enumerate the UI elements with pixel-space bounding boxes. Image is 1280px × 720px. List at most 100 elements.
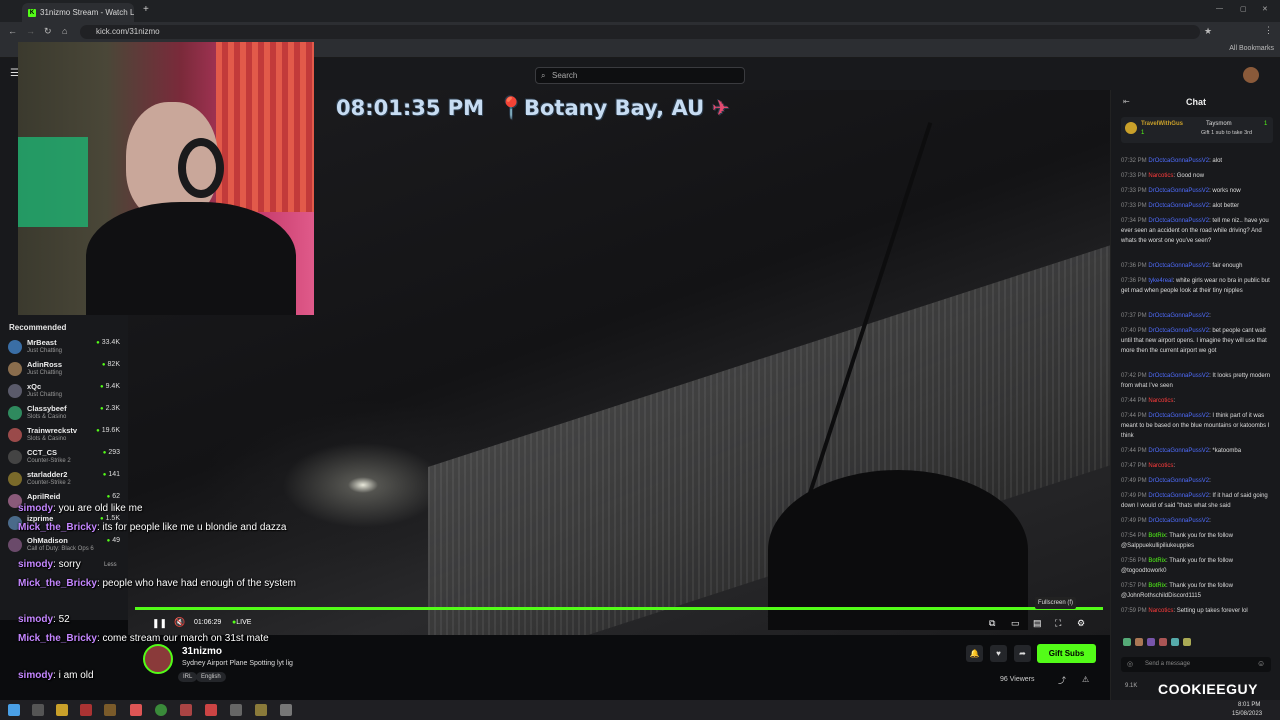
chat-username[interactable]: DrOctcaGonnaPussV2: [1148, 263, 1209, 269]
theater-icon[interactable]: ▤: [1033, 618, 1042, 629]
overlay-chat-message: simody: you are old like me: [18, 503, 308, 515]
chat-username[interactable]: tyke4real: [1148, 278, 1172, 284]
chat-username[interactable]: DrOctcaGonnaPussV2: [1148, 313, 1209, 319]
viewer-count: 1.5K: [100, 515, 120, 522]
sidebar-item-name: AdinRoss: [27, 360, 63, 369]
clip-icon[interactable]: ⧉: [989, 618, 995, 629]
pinned-user-1[interactable]: TravelWithGus: [1141, 121, 1183, 127]
report-icon[interactable]: ⚠: [1082, 675, 1089, 684]
chat-username[interactable]: BotRix: [1148, 558, 1166, 564]
overlay-chat-text: : you are old like me: [53, 503, 143, 514]
chat-input[interactable]: Send a message: [1121, 657, 1271, 672]
sidebar-item-xqc[interactable]: xQcJust Chatting 9.4K: [0, 380, 128, 402]
chat-time: 07:56 PM: [1121, 558, 1147, 564]
chat-username[interactable]: DrOctcaGonnaPussV2: [1148, 493, 1209, 499]
sidebar-item-mrbeast[interactable]: MrBeastJust Chatting 33.4K: [0, 336, 128, 358]
start-icon[interactable]: [8, 704, 20, 716]
chat-text: : alot better: [1209, 203, 1240, 209]
sidebar-item-cct_cs[interactable]: CCT_CSCounter-Strike 2 293: [0, 446, 128, 468]
chrome-icon[interactable]: [155, 704, 167, 716]
avatar: [8, 384, 22, 398]
avatar[interactable]: [1243, 67, 1259, 83]
share-arrow-icon[interactable]: ➦: [1014, 645, 1031, 662]
chat-time: 07:47 PM: [1121, 463, 1147, 469]
headphones-icon: [178, 138, 224, 198]
home-icon[interactable]: ⌂: [62, 26, 67, 36]
overlay-chat-user: Mick_the_Bricky: [18, 522, 97, 533]
chat-message: 07:56 PM BotRix: Thank you for the follo…: [1121, 556, 1273, 576]
chat-username[interactable]: DrOctcaGonnaPussV2: [1148, 158, 1209, 164]
follow-heart-icon[interactable]: ♥: [990, 645, 1007, 662]
chat-username[interactable]: BotRix: [1148, 533, 1166, 539]
search-input[interactable]: Search: [535, 67, 745, 84]
window-close-icon[interactable]: ✕: [1262, 5, 1268, 13]
chat-username[interactable]: DrOctcaGonnaPussV2: [1148, 203, 1209, 209]
file-explorer-icon[interactable]: [56, 704, 68, 716]
app-icon-5[interactable]: [205, 704, 217, 716]
notification-bell-icon[interactable]: 🔔: [966, 645, 983, 662]
app-icon-6[interactable]: [230, 704, 242, 716]
sidebar-item-name: starladder2: [27, 470, 68, 479]
sidebar-item-starladder2[interactable]: starladder2Counter-Strike 2 141: [0, 468, 128, 490]
emoji-icon[interactable]: ☺: [1257, 659, 1265, 668]
chat-text: : Good now: [1173, 173, 1205, 179]
sidebar-item-trainwreckstv[interactable]: TrainwreckstvSlots & Casino 19.6K: [0, 424, 128, 446]
emote-bar[interactable]: [1123, 638, 1271, 650]
chat-username[interactable]: Narcotics: [1148, 173, 1173, 179]
menu-icon[interactable]: ⋮: [1264, 25, 1273, 36]
chat-username[interactable]: Narcotics: [1148, 398, 1173, 404]
progress-bar[interactable]: [135, 607, 1103, 610]
chat-time: 07:34 PM: [1121, 218, 1147, 224]
fullscreen-icon[interactable]: ⛶: [1055, 618, 1061, 629]
sidebar-item-adinross[interactable]: AdinRossJust Chatting 82K: [0, 358, 128, 380]
chat-username[interactable]: Narcotics: [1148, 608, 1173, 614]
browser-tab[interactable]: K 31nizmo Stream - Watch Live o ✕: [22, 3, 134, 22]
chat-username[interactable]: DrOctcaGonnaPussV2: [1148, 373, 1209, 379]
chat-message: 07:32 PM DrOctcaGonnaPussV2: alot: [1121, 156, 1273, 166]
bookmark-star-icon[interactable]: ★: [1204, 26, 1212, 37]
sidebar-item-classybeef[interactable]: ClassybeefSlots & Casino 2.3K: [0, 402, 128, 424]
chat-text: :: [1209, 518, 1211, 524]
taskbar-search-icon[interactable]: [32, 704, 44, 716]
share-icon[interactable]: ⤴: [1058, 675, 1066, 686]
chat-username[interactable]: DrOctcaGonnaPussV2: [1148, 218, 1209, 224]
chat-username[interactable]: Narcotics: [1148, 463, 1173, 469]
settings-gear-icon[interactable]: ⚙: [1077, 618, 1085, 629]
chat-username[interactable]: DrOctcaGonnaPussV2: [1148, 448, 1209, 454]
recommended-heading: Recommended: [9, 323, 67, 332]
app-icon-3[interactable]: [130, 704, 142, 716]
browser-tab-bar: K 31nizmo Stream - Watch Live o ✕ + — ▢ …: [0, 0, 1280, 22]
sidebar-item-category: Counter-Strike 2: [27, 458, 71, 464]
all-bookmarks[interactable]: All Bookmarks: [1229, 45, 1274, 52]
chat-username[interactable]: DrOctcaGonnaPussV2: [1148, 478, 1209, 484]
chat-username[interactable]: DrOctcaGonnaPussV2: [1148, 413, 1209, 419]
sidebar-item-category: Just Chatting: [27, 392, 63, 398]
chat-username[interactable]: BotRix: [1148, 583, 1166, 589]
overlay-location: Botany Bay, AU: [524, 96, 705, 120]
chat-username[interactable]: DrOctcaGonnaPussV2: [1148, 518, 1209, 524]
pinned-user-2[interactable]: Taysmom: [1206, 121, 1232, 127]
app-icon-7[interactable]: [255, 704, 267, 716]
maximize-icon[interactable]: ▢: [1240, 5, 1247, 13]
pinned-count-1: 1: [1141, 130, 1145, 136]
viewer-count: 33.4K: [96, 339, 120, 346]
chat-username[interactable]: DrOctcaGonnaPussV2: [1148, 188, 1209, 194]
new-tab-icon[interactable]: +: [143, 4, 149, 15]
chat-username[interactable]: DrOctcaGonnaPussV2: [1148, 328, 1209, 334]
pip-icon[interactable]: ▭: [1011, 618, 1020, 629]
sidebar-item-ohmadison[interactable]: OhMadisonCall of Duty: Black Ops 6 49: [0, 534, 128, 556]
reload-icon[interactable]: ↻: [44, 26, 52, 37]
chat-text: : alot: [1209, 158, 1223, 164]
back-icon[interactable]: ←: [8, 26, 17, 36]
overlay-chat-user: simody: [18, 614, 54, 625]
app-icon-4[interactable]: [180, 704, 192, 716]
address-bar[interactable]: kick.com/31nizmo: [80, 25, 1200, 39]
settings-app-icon[interactable]: [280, 704, 292, 716]
chat-message: 07:33 PM Narcotics: Good now: [1121, 171, 1273, 181]
app-icon-2[interactable]: [104, 704, 116, 716]
gift-subs-button[interactable]: Gift Subs: [1037, 644, 1096, 663]
app-icon-1[interactable]: [80, 704, 92, 716]
forward-icon[interactable]: →: [26, 26, 35, 36]
channel-name[interactable]: 31nizmo: [182, 646, 222, 657]
minimize-icon[interactable]: —: [1216, 5, 1223, 12]
